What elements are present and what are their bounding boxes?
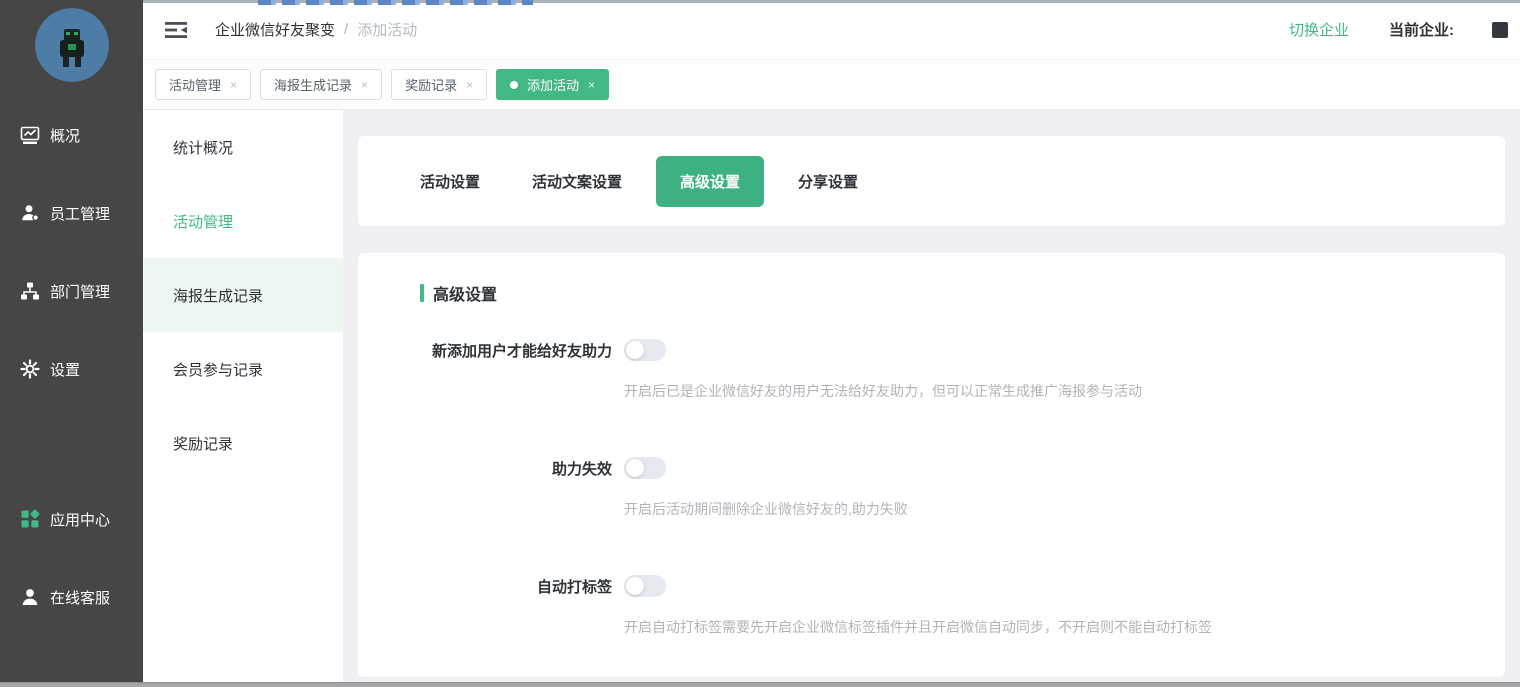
logo-area <box>0 0 143 96</box>
chart-icon <box>20 125 40 145</box>
support-person-icon <box>20 587 40 607</box>
tag-tab-label: 海报生成记录 <box>274 75 352 94</box>
primary-sidebar: 概况 员工管理 部门管理 <box>0 0 143 687</box>
advanced-settings-card: 高级设置 新添加用户才能给好友助力 开启后已是企业微信好友的用户无法给好友助力，… <box>358 253 1505 677</box>
sidebar-spacer <box>0 408 143 480</box>
active-dot-icon <box>510 81 518 89</box>
tab-activity-copy-settings[interactable]: 活动文案设置 <box>506 156 648 207</box>
top-header: 企业微信好友聚变 / 添加活动 切换企业 当前企业: <box>143 0 1520 60</box>
settings-tabs-card: 活动设置 活动文案设置 高级设置 分享设置 <box>358 136 1505 226</box>
sidebar-item-label: 设置 <box>50 359 80 380</box>
submenu-item-poster-records[interactable]: 海报生成记录 <box>143 258 343 332</box>
company-logo-square <box>1492 22 1508 38</box>
org-tree-icon <box>20 281 40 301</box>
setting-label: 助力失效 <box>420 458 612 479</box>
tag-tab-poster-records[interactable]: 海报生成记录 × <box>260 69 382 100</box>
setting-label: 自动打标签 <box>420 576 612 597</box>
breadcrumb-current: 添加活动 <box>357 19 417 40</box>
close-icon[interactable]: × <box>361 78 368 92</box>
section-title: 高级设置 <box>433 281 497 305</box>
sidebar-item-label: 概况 <box>50 125 80 146</box>
close-icon[interactable]: × <box>230 78 237 92</box>
tag-tab-activity-management[interactable]: 活动管理 × <box>155 69 251 100</box>
setting-label: 新添加用户才能给好友助力 <box>420 340 612 361</box>
tag-tab-label: 添加活动 <box>527 75 579 94</box>
submenu-item-member-participation[interactable]: 会员参与记录 <box>143 332 343 406</box>
toggle-assist-expire[interactable] <box>624 457 666 479</box>
submenu-item-label: 会员参与记录 <box>173 359 263 380</box>
setting-help-text: 开启后已是企业微信好友的用户无法给好友助力，但可以正常生成推广海报参与活动 <box>624 381 1475 401</box>
apps-grid-icon <box>20 509 40 529</box>
toggle-new-user-assist[interactable] <box>624 339 666 361</box>
current-company-label: 当前企业: <box>1389 19 1454 40</box>
setting-help-text: 开启后活动期间删除企业微信好友的,助力失败 <box>624 499 1475 519</box>
tag-tab-reward-records[interactable]: 奖励记录 × <box>391 69 487 100</box>
submenu-item-reward-records[interactable]: 奖励记录 <box>143 406 343 480</box>
submenu-item-stats-overview[interactable]: 统计概况 <box>143 110 343 184</box>
header-right: 切换企业 当前企业: <box>1289 19 1508 40</box>
horizontal-scrollbar[interactable] <box>0 682 1520 687</box>
tab-share-settings[interactable]: 分享设置 <box>772 156 884 207</box>
section-header: 高级设置 <box>420 281 1475 305</box>
setting-row-new-user-assist: 新添加用户才能给好友助力 <box>420 339 1475 361</box>
submenu-item-label: 海报生成记录 <box>173 285 263 306</box>
breadcrumb: 企业微信好友聚变 / 添加活动 <box>215 19 417 40</box>
sidebar-item-label: 部门管理 <box>50 281 110 302</box>
submenu-item-label: 活动管理 <box>173 211 233 232</box>
app-root: 概况 员工管理 部门管理 <box>0 0 1520 687</box>
tag-tabbar: 活动管理 × 海报生成记录 × 奖励记录 × 添加活动 × <box>143 60 1520 110</box>
sidebar-item-label: 在线客服 <box>50 587 110 608</box>
tag-tab-label: 奖励记录 <box>405 75 457 94</box>
submenu-item-label: 奖励记录 <box>173 433 233 454</box>
toggle-auto-tag[interactable] <box>624 575 666 597</box>
top-edge-blue-artifact <box>258 0 533 5</box>
tab-advanced-settings[interactable]: 高级设置 <box>656 156 764 207</box>
setting-row-assist-expire: 助力失效 <box>420 457 1475 479</box>
robot-avatar-image <box>35 8 109 82</box>
main-panel: 活动设置 活动文案设置 高级设置 分享设置 高级设置 新添加用户才能给好友助力 … <box>343 110 1520 687</box>
sidebar-item-online-support[interactable]: 在线客服 <box>0 558 143 636</box>
switch-company-link[interactable]: 切换企业 <box>1289 19 1349 40</box>
tag-tab-label: 活动管理 <box>169 75 221 94</box>
gear-icon <box>20 359 40 379</box>
submenu-item-activity-management[interactable]: 活动管理 <box>143 184 343 258</box>
sidebar-item-label: 员工管理 <box>50 203 110 224</box>
submenu-item-label: 统计概况 <box>173 137 233 158</box>
user-icon <box>20 203 40 223</box>
close-icon[interactable]: × <box>466 78 473 92</box>
right-column: 企业微信好友聚变 / 添加活动 切换企业 当前企业: 活动管理 × 海报生成记录… <box>143 0 1520 687</box>
company-avatar[interactable] <box>35 8 109 82</box>
tag-tab-add-activity[interactable]: 添加活动 × <box>496 69 609 100</box>
sidebar-item-label: 应用中心 <box>50 509 110 530</box>
sidebar-item-settings[interactable]: 设置 <box>0 330 143 408</box>
tab-activity-settings[interactable]: 活动设置 <box>394 156 506 207</box>
breadcrumb-separator: / <box>344 21 348 38</box>
sidebar-item-employees[interactable]: 员工管理 <box>0 174 143 252</box>
sidebar-item-app-center[interactable]: 应用中心 <box>0 480 143 558</box>
breadcrumb-root[interactable]: 企业微信好友聚变 <box>215 19 335 40</box>
sidebar-item-overview[interactable]: 概况 <box>0 96 143 174</box>
sidebar-item-departments[interactable]: 部门管理 <box>0 252 143 330</box>
setting-help-text: 开启自动打标签需要先开启企业微信标签插件并且开启微信自动同步，不开启则不能自动打… <box>624 617 1475 637</box>
close-icon[interactable]: × <box>588 78 595 92</box>
collapse-menu-icon[interactable] <box>165 21 187 39</box>
content-body: 统计概况 活动管理 海报生成记录 会员参与记录 奖励记录 活动设置 <box>143 110 1520 687</box>
secondary-sidebar: 统计概况 活动管理 海报生成记录 会员参与记录 奖励记录 <box>143 110 343 687</box>
setting-row-auto-tag: 自动打标签 <box>420 575 1475 597</box>
section-accent-bar <box>420 284 424 302</box>
